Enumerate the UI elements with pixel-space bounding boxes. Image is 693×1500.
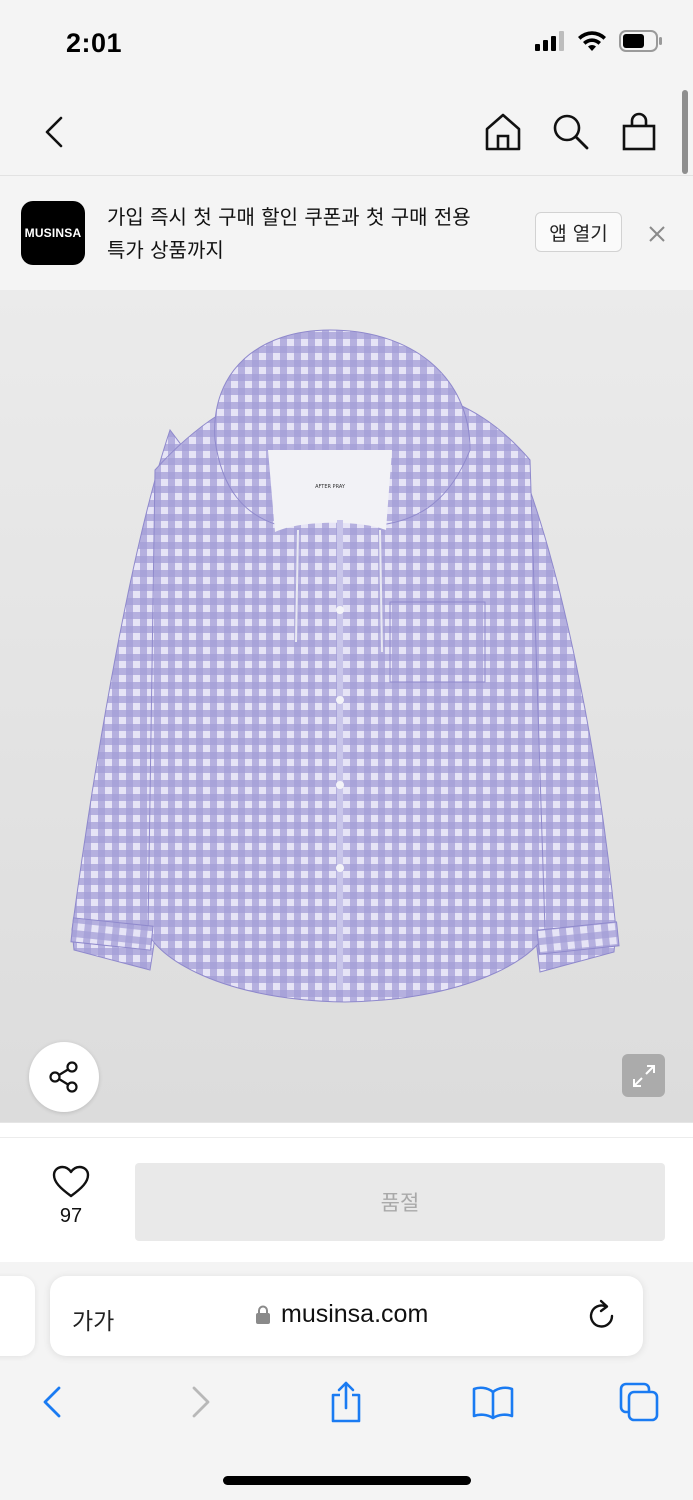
browser-back-button[interactable] xyxy=(27,1378,77,1426)
nav-header xyxy=(0,88,693,176)
share-sheet-icon xyxy=(331,1381,361,1423)
shopping-bag-icon xyxy=(622,112,656,151)
browser-tabs-button[interactable] xyxy=(614,1378,664,1426)
browser-bookmarks-button[interactable] xyxy=(468,1378,518,1426)
open-app-button[interactable]: 앱 열기 xyxy=(535,212,622,252)
bookmarks-icon xyxy=(472,1386,514,1420)
search-button[interactable] xyxy=(551,110,591,154)
tabs-icon xyxy=(619,1382,659,1422)
text-size-button[interactable]: 가가 xyxy=(72,1302,114,1336)
back-icon xyxy=(45,116,63,148)
like-button[interactable]: 97 xyxy=(40,1165,102,1228)
banner-line-2: 특가 상품까지 xyxy=(107,238,224,262)
wifi-icon xyxy=(578,31,606,51)
url-text: musinsa.com xyxy=(281,1300,429,1328)
scroll-indicator xyxy=(682,90,688,174)
address-bar[interactable]: 가가 musinsa.com xyxy=(50,1276,643,1356)
previous-tab-preview[interactable] xyxy=(0,1276,35,1356)
home-button[interactable] xyxy=(483,110,523,154)
url-display[interactable]: musinsa.com xyxy=(255,1300,428,1329)
like-count: 97 xyxy=(59,1205,83,1227)
browser-toolbar xyxy=(0,1378,693,1428)
purchase-bar: 97 품절 xyxy=(0,1122,693,1262)
share-button[interactable] xyxy=(29,1042,99,1112)
home-indicator xyxy=(223,1476,471,1485)
heart-icon xyxy=(52,1165,90,1198)
forward-arrow-icon xyxy=(192,1386,210,1418)
shirt-illustration: AFTER PRAY xyxy=(70,329,620,1003)
status-icons xyxy=(535,30,663,52)
product-photo: AFTER PRAY xyxy=(70,329,620,1003)
search-icon xyxy=(553,114,589,150)
status-time: 2:01 xyxy=(66,28,123,58)
cart-button[interactable] xyxy=(619,110,659,154)
app-install-banner: MUSINSA 가입 즉시 첫 구매 할인 쿠폰과 첫 구매 전용 특가 상품까… xyxy=(0,177,693,290)
browser-share-button[interactable] xyxy=(321,1378,371,1426)
status-bar: 2:01 xyxy=(0,0,693,88)
product-image[interactable]: AFTER PRAY xyxy=(0,290,693,1122)
banner-line-1: 가입 즉시 첫 구매 할인 쿠폰과 첫 구매 전용 xyxy=(107,205,471,229)
soldout-button: 품절 xyxy=(135,1163,665,1241)
expand-image-button[interactable] xyxy=(622,1054,665,1097)
divider xyxy=(0,1137,693,1138)
share-icon xyxy=(49,1061,78,1093)
home-icon xyxy=(485,113,521,151)
reload-icon[interactable] xyxy=(586,1298,618,1332)
back-arrow-icon xyxy=(43,1386,61,1418)
musinsa-logo: MUSINSA xyxy=(21,201,85,265)
battery-icon xyxy=(619,30,662,52)
lock-icon xyxy=(256,1305,270,1324)
back-button[interactable] xyxy=(34,110,74,154)
browser-forward-button[interactable] xyxy=(176,1378,226,1426)
banner-message: 가입 즉시 첫 구매 할인 쿠폰과 첫 구매 전용 특가 상품까지 xyxy=(107,201,517,267)
brand-label: AFTER PRAY xyxy=(315,484,346,490)
browser-bottom-bar: 가가 musinsa.com xyxy=(0,1262,693,1500)
close-icon[interactable] xyxy=(642,219,672,249)
expand-icon xyxy=(632,1064,655,1087)
cellular-signal-icon xyxy=(535,31,564,51)
